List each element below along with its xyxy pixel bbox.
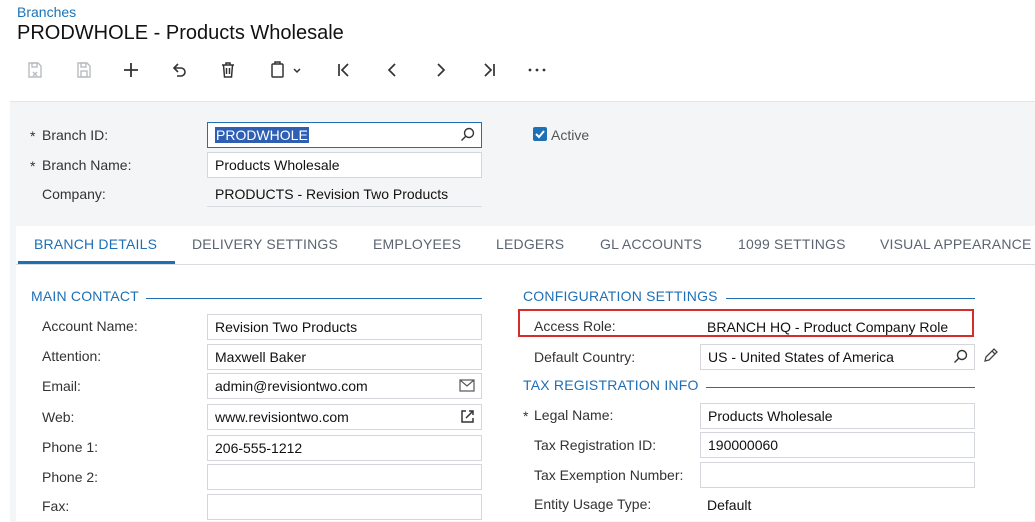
required-mark: * — [30, 158, 36, 174]
required-mark: * — [523, 408, 529, 424]
account-name-label: Account Name: — [42, 318, 138, 334]
account-name-field[interactable]: Revision Two Products — [207, 314, 482, 340]
delete-icon[interactable] — [211, 56, 245, 84]
default-country-field[interactable]: US - United States of America — [700, 344, 975, 370]
web-value: www.revisiontwo.com — [215, 409, 349, 425]
tax-registration-id-label: Tax Registration ID: — [534, 437, 657, 453]
breadcrumb[interactable]: Branches — [17, 4, 76, 20]
configuration-settings-header: CONFIGURATION SETTINGS — [523, 288, 718, 304]
tax-exemption-label: Tax Exemption Number: — [534, 467, 684, 483]
phone2-label: Phone 2: — [42, 469, 99, 485]
phone1-label: Phone 1: — [42, 439, 99, 455]
external-link-icon[interactable] — [460, 409, 475, 426]
next-record-icon[interactable] — [424, 56, 458, 84]
page-title: PRODWHOLE - Products Wholesale — [17, 22, 344, 44]
previous-record-icon[interactable] — [375, 56, 409, 84]
tab-employees[interactable]: EMPLOYEES — [373, 236, 461, 252]
tab-bar: BRANCH DETAILS DELIVERY SETTINGS EMPLOYE… — [16, 226, 1035, 265]
attention-label: Attention: — [42, 348, 102, 364]
branch-name-field[interactable]: Products Wholesale — [207, 152, 482, 178]
active-checkbox[interactable] — [533, 127, 547, 141]
active-tab-indicator — [18, 261, 175, 264]
company-underline — [207, 206, 482, 207]
tab-visual-appearance[interactable]: VISUAL APPEARANCE — [880, 236, 1032, 252]
legal-name-label: Legal Name: — [534, 407, 614, 423]
branch-details-content: MAIN CONTACT Account Name: Revision Two … — [16, 265, 1035, 521]
attention-field[interactable]: Maxwell Baker — [207, 344, 482, 370]
copy-paste-icon[interactable] — [261, 56, 311, 84]
tax-exemption-field[interactable] — [700, 462, 975, 488]
active-label: Active — [551, 127, 590, 143]
web-field[interactable]: www.revisiontwo.com — [207, 404, 482, 430]
more-icon[interactable] — [520, 56, 554, 84]
company-value: PRODUCTS - Revision Two Products — [215, 186, 449, 202]
tax-registration-header: TAX REGISTRATION INFO — [523, 377, 699, 393]
branch-id-value: PRODWHOLE — [215, 127, 309, 143]
search-icon[interactable] — [460, 127, 475, 144]
company-label: Company: — [42, 186, 106, 202]
main-contact-header: MAIN CONTACT — [31, 288, 139, 304]
tab-1099-settings[interactable]: 1099 SETTINGS — [738, 236, 846, 252]
save-close-icon[interactable] — [18, 56, 52, 84]
section-divider — [146, 298, 482, 299]
access-role-label: Access Role: — [534, 318, 616, 334]
email-value: admin@revisiontwo.com — [215, 378, 368, 394]
first-record-icon[interactable] — [327, 56, 361, 84]
add-icon[interactable] — [114, 56, 148, 84]
email-label: Email: — [42, 378, 81, 394]
undo-icon[interactable] — [162, 56, 196, 84]
branch-id-field[interactable]: PRODWHOLE — [207, 122, 482, 148]
last-record-icon[interactable] — [472, 56, 506, 84]
tab-delivery-settings[interactable]: DELIVERY SETTINGS — [192, 236, 338, 252]
edit-pencil-icon[interactable] — [982, 347, 999, 369]
entity-usage-value[interactable]: Default — [707, 497, 751, 513]
section-divider — [706, 387, 975, 388]
phone2-field[interactable] — [207, 464, 482, 490]
default-country-label: Default Country: — [534, 349, 636, 365]
tab-branch-details[interactable]: BRANCH DETAILS — [34, 236, 157, 252]
web-label: Web: — [42, 409, 75, 425]
fax-field[interactable] — [207, 494, 482, 520]
section-divider — [726, 298, 975, 299]
tax-registration-id-field[interactable]: 190000060 — [700, 432, 975, 458]
entity-usage-label: Entity Usage Type: — [534, 496, 652, 512]
legal-name-field[interactable]: Products Wholesale — [700, 403, 975, 429]
required-mark: * — [30, 128, 36, 144]
default-country-value: US - United States of America — [708, 349, 894, 365]
access-role-value: BRANCH HQ - Product Company Role — [707, 319, 949, 335]
phone1-field[interactable]: 206-555-1212 — [207, 435, 482, 461]
tab-gl-accounts[interactable]: GL ACCOUNTS — [600, 236, 702, 252]
branch-name-label: Branch Name: — [42, 157, 132, 173]
fax-label: Fax: — [42, 498, 70, 514]
search-icon[interactable] — [953, 349, 968, 366]
email-field[interactable]: admin@revisiontwo.com — [207, 373, 482, 399]
save-icon[interactable] — [67, 56, 101, 84]
mail-icon[interactable] — [459, 379, 475, 394]
tab-ledgers[interactable]: LEDGERS — [496, 236, 564, 252]
branch-id-label: Branch ID: — [42, 127, 109, 143]
